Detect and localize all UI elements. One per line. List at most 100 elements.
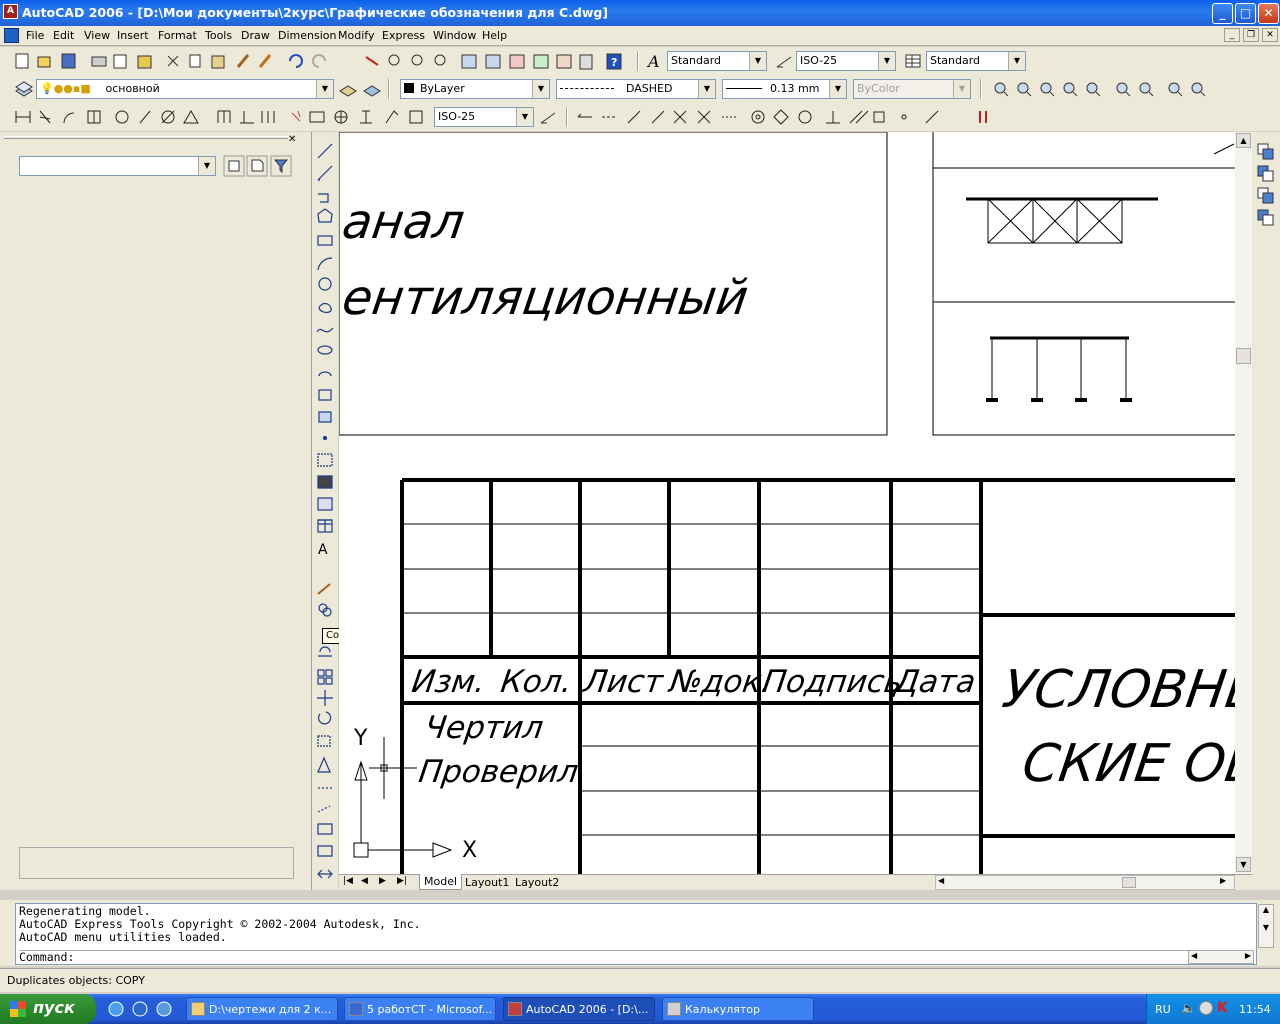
palette-select[interactable]: ▼	[19, 156, 216, 176]
draw-modify-toolbar-icons: A	[316, 143, 334, 879]
chevron-down-icon: ▼	[749, 52, 766, 70]
vertical-scrollbar[interactable]: ▲ ▼	[1235, 132, 1252, 874]
color-select[interactable]: ByLayer ▼	[400, 79, 550, 99]
tab-layout2[interactable]: Layout2	[511, 875, 563, 890]
dimension-toolbar: ISO-25 ▼	[0, 103, 1280, 131]
task-word[interactable]: 5 работСТ - Microsof...	[344, 997, 496, 1021]
tab-layout1[interactable]: Layout1	[461, 875, 513, 890]
autocad-icon	[508, 1002, 522, 1016]
doc-minimize-button[interactable]: _	[1224, 28, 1240, 42]
tab-nav-prev-icon[interactable]: ◀	[361, 876, 368, 886]
dim-style-select-2[interactable]: ISO-25 ▼	[434, 107, 534, 127]
tool-palette: ✕ ▼	[0, 132, 312, 890]
title-bar: A AutoCAD 2006 - [D:\Мои документы\2курс…	[0, 0, 1280, 26]
scroll-right-button[interactable]: ▶	[1245, 951, 1251, 960]
chevron-down-icon: ▼	[1008, 52, 1025, 70]
menu-express[interactable]: Express	[382, 29, 425, 42]
menu-tools[interactable]: Tools	[205, 29, 232, 42]
minimize-button[interactable]: _	[1212, 3, 1233, 24]
word-icon	[349, 1002, 363, 1016]
table-style-select[interactable]: Standard ▼	[926, 51, 1026, 71]
tab-nav-next-icon[interactable]: ▶	[379, 876, 386, 886]
tab-model[interactable]: Model	[419, 874, 463, 890]
layer-state-icons: 💡●●▪■	[40, 82, 91, 95]
dim-style-icon[interactable]	[774, 51, 794, 71]
command-prompt[interactable]: Command:	[19, 950, 1253, 964]
drawing-canvas[interactable]: анал ентиляционный Изм. Кол. Лист №док. …	[339, 132, 1235, 874]
menu-view[interactable]: View	[84, 29, 110, 42]
status-bar: Duplicates objects: COPY	[0, 968, 1280, 992]
tab-nav-last-icon[interactable]: ▶|	[397, 876, 407, 886]
command-scrollbar[interactable]: ▲ ▼	[1258, 904, 1274, 948]
chevron-down-icon: ▼	[198, 157, 215, 175]
windows-logo-icon	[10, 1001, 26, 1017]
task-explorer[interactable]: D:\чертежи для 2 к...	[186, 997, 338, 1021]
layout-tabs-bar: |◀ ◀ ▶ ▶| Model Layout1 Layout2 ◀ ▶	[339, 874, 1252, 890]
palette-close-icon[interactable]: ✕	[288, 134, 296, 145]
task-autocad[interactable]: AutoCAD 2006 - [D:\...	[503, 997, 655, 1021]
draw-modify-toolbar: A	[312, 132, 338, 890]
menu-help[interactable]: Help	[482, 29, 507, 42]
menu-window[interactable]: Window	[433, 29, 476, 42]
standard-toolbar: ? A Standard ▼ ISO-25 ▼ Standard ▼	[0, 47, 1280, 75]
document-icon[interactable]	[4, 28, 19, 43]
layer-select[interactable]: 💡●●▪■ основной ▼	[36, 79, 334, 99]
menu-format[interactable]: Format	[158, 29, 197, 42]
task-calculator[interactable]: Калькулятор	[662, 997, 814, 1021]
menu-file[interactable]: File	[26, 29, 44, 42]
make-layer-current-icon[interactable]	[338, 79, 358, 99]
volume-icon[interactable]: 🔈	[1181, 1001, 1196, 1015]
horizontal-scrollbar[interactable]: ◀ ▶	[935, 875, 1235, 890]
scroll-up-button[interactable]: ▲	[1236, 133, 1251, 148]
close-button[interactable]: ✕	[1258, 3, 1279, 24]
layer-previous-icon[interactable]	[362, 79, 382, 99]
scroll-left-button[interactable]: ◀	[938, 876, 944, 885]
dim-style-icon-2[interactable]	[538, 107, 558, 127]
scroll-right-button[interactable]: ▶	[1220, 876, 1226, 885]
menu-bar: File Edit View Insert Format Tools Draw …	[0, 26, 1280, 46]
tab-nav-first-icon[interactable]: |◀	[343, 876, 353, 886]
plotstyle-select[interactable]: ByColor ▼	[853, 79, 971, 99]
text-style-select[interactable]: Standard ▼	[667, 51, 767, 71]
antivirus-icon[interactable]: K	[1217, 1000, 1228, 1016]
layer-manager-icon[interactable]	[14, 79, 34, 99]
title-block-text1: УСЛОВНЬ	[998, 660, 1235, 720]
lineweight-select[interactable]: 0.13 mm ▼	[722, 79, 847, 99]
drawing-text-line1: анал	[339, 194, 468, 250]
separator	[388, 79, 390, 99]
maximize-button[interactable]: □	[1235, 3, 1256, 24]
command-hscrollbar[interactable]: ◀ ▶	[1188, 950, 1254, 964]
linetype-select[interactable]: DASHED ▼	[556, 79, 716, 99]
menu-edit[interactable]: Edit	[53, 29, 74, 42]
network-icon[interactable]	[1199, 1001, 1213, 1015]
label-checked-by: Проверил	[416, 754, 581, 790]
menu-insert[interactable]: Insert	[117, 29, 149, 42]
menu-dimension[interactable]: Dimension	[278, 29, 336, 42]
menu-draw[interactable]: Draw	[241, 29, 270, 42]
command-line[interactable]: Regenerating model. AutoCAD Express Tool…	[15, 903, 1257, 965]
menu-modify[interactable]: Modify	[338, 29, 374, 42]
scroll-down-button[interactable]: ▼	[1236, 857, 1251, 872]
chevron-down-icon: ▼	[878, 52, 895, 70]
header-data: Дата	[892, 664, 978, 700]
palette-grip[interactable]	[4, 136, 288, 139]
color-swatch	[404, 83, 414, 93]
language-indicator[interactable]: RU	[1155, 1003, 1171, 1016]
separator	[637, 51, 639, 71]
scroll-thumb[interactable]	[1236, 348, 1251, 364]
svg-text:?: ?	[611, 56, 617, 69]
autocad-app-icon[interactable]: A	[3, 4, 18, 19]
dim-style-select[interactable]: ISO-25 ▼	[796, 51, 896, 71]
table-style-icon[interactable]	[903, 51, 923, 71]
title-block-text2: СКИЕ ОБ	[1018, 734, 1235, 794]
doc-close-button[interactable]: ✕	[1262, 28, 1278, 42]
text-style-icon[interactable]: A	[645, 51, 665, 71]
svg-text:A: A	[646, 52, 660, 71]
standard-toolbar-icons: ?	[15, 53, 622, 70]
doc-restore-button[interactable]: ❐	[1243, 28, 1259, 42]
svg-text:A: A	[318, 542, 328, 558]
scroll-left-button[interactable]: ◀	[1191, 951, 1197, 960]
start-button[interactable]: пуск	[0, 994, 96, 1024]
h-scroll-thumb[interactable]	[1122, 877, 1136, 888]
chevron-down-icon: ▼	[316, 80, 333, 98]
